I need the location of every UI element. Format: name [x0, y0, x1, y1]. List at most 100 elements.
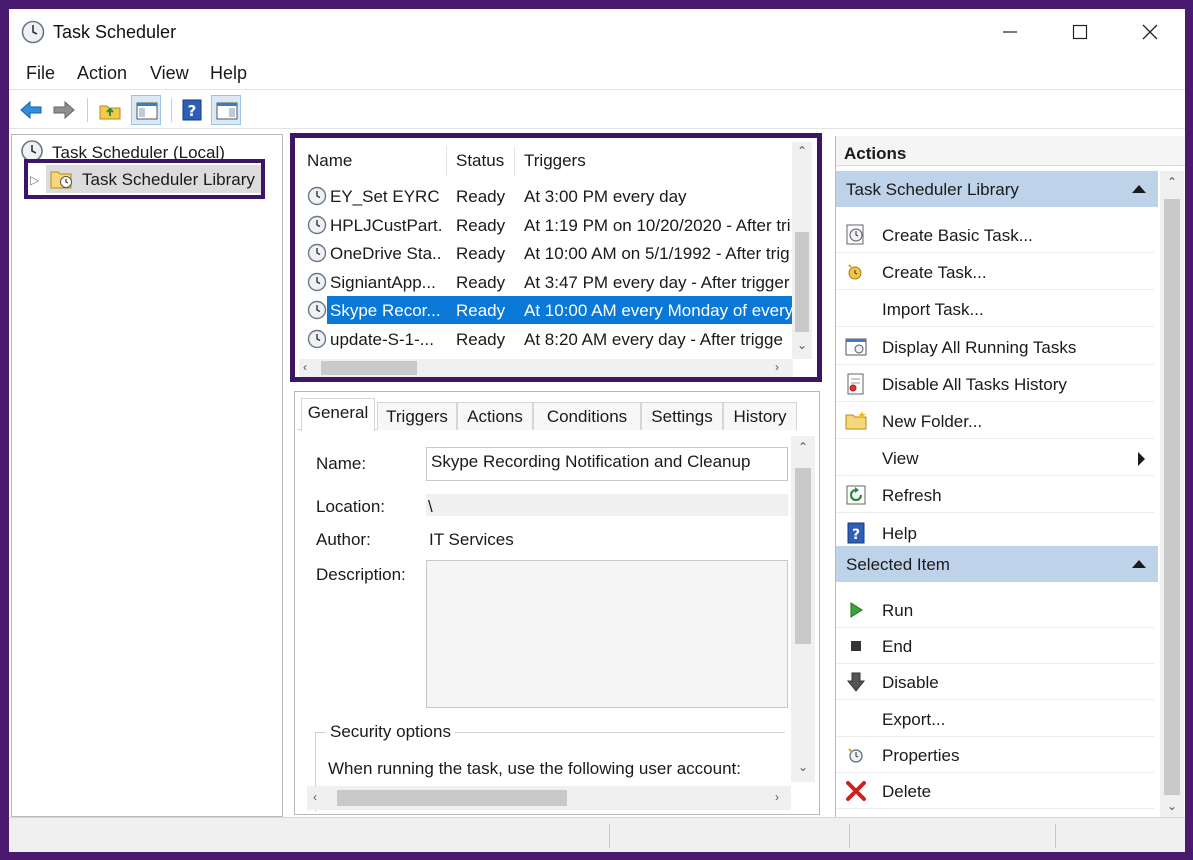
scroll-thumb[interactable]: [795, 232, 809, 332]
task-trigger: At 1:19 PM on 10/20/2020 - After tri: [524, 215, 791, 235]
action-delete[interactable]: Delete: [836, 773, 1154, 809]
table-row[interactable]: SigniantApp... Ready At 3:47 PM every day …: [295, 268, 792, 296]
action-new-folder[interactable]: New Folder...: [836, 403, 1154, 439]
menu-help[interactable]: Help: [210, 63, 247, 84]
action-label: Help: [882, 523, 917, 543]
tree-item-task-scheduler-library[interactable]: ▷ Task Scheduler Library: [24, 159, 265, 199]
table-row[interactable]: EY_Set EYRC ... Ready At 3:00 PM every day: [295, 182, 792, 210]
table-row[interactable]: OneDrive Sta... Ready At 10:00 AM on 5/1/1…: [295, 239, 792, 267]
minimize-button[interactable]: [975, 9, 1045, 55]
console-tree: Task Scheduler (Local) ▷ Task Scheduler …: [11, 134, 283, 817]
action-properties[interactable]: Properties: [836, 737, 1154, 773]
forward-button[interactable]: [49, 95, 79, 125]
action-import-task[interactable]: Import Task...: [836, 291, 1154, 328]
actions-pane: Actions Task Scheduler Library Create Ba…: [835, 136, 1185, 817]
scroll-thumb[interactable]: [321, 361, 417, 375]
scroll-left-icon[interactable]: ‹: [303, 360, 307, 374]
tab-actions[interactable]: Actions: [457, 402, 533, 430]
section-header-selected-item[interactable]: Selected Item: [836, 546, 1158, 582]
status-divider: [609, 824, 610, 848]
details-vertical-scrollbar[interactable]: ⌃ ⌄: [791, 436, 815, 782]
tab-conditions[interactable]: Conditions: [533, 402, 641, 430]
help-icon: ?: [182, 99, 202, 121]
menu-view[interactable]: View: [150, 63, 189, 84]
action-label: Create Basic Task...: [882, 226, 1033, 245]
collapse-caret-icon[interactable]: [1132, 560, 1146, 568]
scroll-down-icon[interactable]: ⌄: [798, 760, 808, 774]
action-run[interactable]: Run: [836, 592, 1154, 628]
task-scheduler-window: Task Scheduler File Action View Help ? T…: [9, 9, 1185, 852]
menu-file[interactable]: File: [26, 63, 55, 84]
tab-general[interactable]: General: [301, 398, 375, 431]
collapse-caret-icon[interactable]: [1132, 185, 1146, 193]
console-tree-icon: [136, 102, 158, 120]
task-name: Skype Recor...: [330, 301, 441, 320]
close-icon: [1142, 24, 1158, 40]
action-create-basic-task[interactable]: Create Basic Task...: [836, 217, 1154, 253]
action-create-task[interactable]: Create Task...: [836, 254, 1154, 291]
back-button[interactable]: [16, 95, 46, 125]
task-list-header: Name Status Triggers: [295, 142, 792, 176]
section-header-task-scheduler-library[interactable]: Task Scheduler Library: [836, 171, 1158, 207]
scroll-up-icon[interactable]: ⌃: [798, 440, 808, 454]
name-label: Name:: [316, 454, 367, 473]
column-separator[interactable]: [514, 146, 515, 176]
action-view[interactable]: View: [836, 440, 1154, 477]
scroll-up-icon[interactable]: ⌃: [797, 144, 807, 158]
up-folder-button[interactable]: [95, 95, 125, 125]
window-title: Task Scheduler: [53, 22, 177, 42]
task-list-horizontal-scrollbar[interactable]: ‹ ›: [299, 359, 793, 377]
action-label: Delete: [882, 782, 932, 801]
help-button[interactable]: ?: [177, 95, 207, 125]
tab-history[interactable]: History: [723, 402, 797, 430]
scroll-up-icon[interactable]: ⌃: [1167, 175, 1177, 189]
table-row[interactable]: HPLJCustPart... Ready At 1:19 PM on 10/20/…: [295, 211, 792, 239]
scroll-thumb[interactable]: [1164, 199, 1180, 795]
action-end[interactable]: End: [836, 628, 1154, 665]
description-field[interactable]: [426, 560, 788, 708]
task-trigger: At 10:00 AM every Monday of every: [524, 301, 792, 320]
table-row[interactable]: update-S-1-... Ready At 8:20 AM every day …: [295, 325, 792, 353]
action-disable[interactable]: Disable: [836, 664, 1154, 701]
close-button[interactable]: [1115, 9, 1185, 55]
maximize-button[interactable]: [1045, 9, 1115, 55]
details-horizontal-scrollbar[interactable]: ‹ ›: [307, 786, 791, 810]
scroll-thumb[interactable]: [337, 790, 567, 806]
column-header-name[interactable]: Name: [307, 151, 352, 171]
scroll-right-icon[interactable]: ›: [775, 360, 779, 374]
task-status: Ready: [456, 329, 506, 349]
task-status: Ready: [456, 187, 506, 206]
column-header-triggers[interactable]: Triggers: [524, 151, 586, 171]
tree-item-label: Task Scheduler Library: [82, 170, 255, 189]
name-field[interactable]: Skype Recording Notification and Cleanup: [426, 447, 788, 481]
show-hide-action-pane-button[interactable]: [211, 95, 241, 125]
section-header-label: Task Scheduler Library: [846, 180, 1019, 199]
task-list-vertical-scrollbar[interactable]: ⌃ ⌄: [792, 142, 812, 359]
table-row[interactable]: Skype Recor... Ready At 10:00 AM every Mon…: [295, 296, 792, 324]
task-status: Ready: [456, 215, 506, 235]
column-separator[interactable]: [446, 146, 447, 176]
scroll-thumb[interactable]: [795, 468, 811, 644]
action-display-all-running-tasks[interactable]: Display All Running Tasks: [836, 329, 1154, 365]
action-disable-all-tasks-history[interactable]: Disable All Tasks History: [836, 366, 1154, 402]
tab-triggers[interactable]: Triggers: [377, 402, 457, 430]
menu-action[interactable]: Action: [77, 63, 127, 84]
menu-bar: File Action View Help: [9, 59, 1185, 89]
show-hide-console-tree-button[interactable]: [131, 95, 161, 125]
action-label: Display All Running Tasks: [882, 337, 1077, 357]
status-divider: [849, 824, 850, 848]
tab-settings[interactable]: Settings: [641, 402, 723, 430]
action-export[interactable]: Export...: [836, 701, 1154, 737]
task-details-panel: General Triggers Actions Conditions Sett…: [294, 391, 820, 815]
scroll-down-icon[interactable]: ⌄: [797, 338, 807, 352]
actions-vertical-scrollbar[interactable]: ⌃ ⌄: [1160, 171, 1184, 817]
task-status: Ready: [456, 272, 506, 292]
scroll-right-icon[interactable]: ›: [775, 790, 779, 804]
submenu-arrow-icon: [1138, 452, 1145, 467]
column-header-status[interactable]: Status: [456, 151, 504, 171]
expand-chevron-icon[interactable]: ▷: [30, 173, 39, 187]
scroll-left-icon[interactable]: ‹: [313, 790, 317, 804]
action-refresh[interactable]: Refresh: [836, 477, 1154, 514]
scroll-down-icon[interactable]: ⌄: [1167, 799, 1177, 813]
action-label: Disable All Tasks History: [882, 374, 1067, 394]
